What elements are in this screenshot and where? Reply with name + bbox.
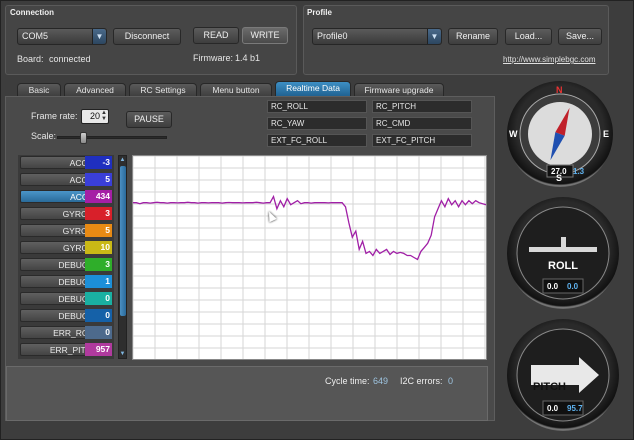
connection-title: Connection [10,8,54,17]
cycle-time-label: Cycle time: [325,376,370,386]
board-label: Board: [17,54,44,64]
pitch-svg [516,328,610,422]
variable-value: 0 [85,292,112,305]
port-select[interactable]: COM5 ▼ [17,28,107,45]
compass-w: W [509,129,518,139]
pitch-gauge: PITCH 0.0 95.7 [507,319,619,431]
spinner-arrows-icon[interactable]: ▲ ▼ [101,110,107,122]
roll-value-a: 0.0 [547,282,559,291]
variable-value: -3 [85,156,112,169]
rename-button[interactable]: Rename [448,28,498,45]
roll-value-b: 0.0 [567,282,579,291]
chevron-down-icon: ▼ [427,29,441,44]
scroll-down-icon[interactable]: ▼ [119,350,126,358]
status-area [6,366,488,421]
variable-row[interactable]: GYRO_X 3 [18,206,114,221]
variable-value: 957 [85,343,112,356]
scale-label: Scale: [31,131,57,141]
rc-cmd-chip[interactable]: RC_CMD [372,117,472,130]
rc-roll-chip[interactable]: RC_ROLL [267,100,367,113]
cycle-time-value: 649 [373,376,389,386]
pause-button[interactable]: PAUSE [126,111,172,128]
compass-value-b: 1.3 [573,167,585,176]
variable-value: 3 [85,207,112,220]
variable-value: 1 [85,275,112,288]
pitch-label: PITCH [533,381,566,393]
write-button[interactable]: WRITE [242,27,288,44]
ext-fc-roll-chip[interactable]: EXT_FC_ROLL [267,134,367,147]
ext-fc-pitch-chip[interactable]: EXT_FC_PITCH [372,134,472,147]
frame-rate-spinner[interactable]: 20 ▲ ▼ [81,109,109,124]
tab-advanced[interactable]: Advanced [64,83,126,97]
board-status: connected [49,54,91,64]
firmware-version: 1.4 b1 [235,53,261,63]
variable-value: 0 [85,326,112,339]
chevron-down-icon: ▼ [92,29,106,44]
website-link[interactable]: http://www.simplebgc.com [503,55,595,64]
variable-row[interactable]: DEBUG_1 3 [18,257,114,272]
variable-row[interactable]: DEBUG_2 1 [18,274,114,289]
variable-value: 10 [85,241,112,254]
scrollbar-thumb[interactable] [120,166,126,316]
scale-slider-thumb[interactable] [79,132,87,144]
compass-n: N [556,85,563,95]
realtime-plot[interactable] [132,155,487,360]
app-window: Connection COM5 ▼ Disconnect READ WRITE … [0,0,634,440]
variable-list: ACC_X-3 ACC_Y5 ACC_Z434 GYRO_X3 GYRO_Y5 GYRO_… [18,155,114,359]
variable-value: 5 [85,224,112,237]
i2c-errors-value: 0 [448,376,454,386]
roll-gauge: ROLL 0.0 0.0 [507,197,619,309]
scale-slider[interactable] [57,132,167,144]
rc-pitch-chip[interactable]: RC_PITCH [372,100,472,113]
compass-e: E [603,129,610,139]
rc-yaw-chip[interactable]: RC_YAW [267,117,367,130]
profile-title: Profile [307,8,332,17]
pitch-value-a: 0.0 [547,404,559,413]
load-button[interactable]: Load... [505,28,552,45]
tab-menu-button[interactable]: Menu button [200,83,272,97]
variable-row[interactable]: ERR_PITCH 957 [18,342,114,357]
variable-row[interactable]: ACC_Y 5 [18,172,114,187]
variable-value: 434 [85,190,112,203]
variable-row[interactable]: ACC_X -3 [18,155,114,170]
frame-rate-value: 20 [90,111,101,121]
profile-value: Profile0 [317,31,348,41]
frame-rate-label: Frame rate: [31,111,78,121]
variable-scrollbar[interactable]: ▲ ▼ [118,155,127,359]
variable-value: 0 [85,309,112,322]
variable-value: 3 [85,258,112,271]
i2c-errors-label: I2C errors: [400,376,443,386]
tab-firmware-upgrade[interactable]: Firmware upgrade [354,83,444,97]
variable-row[interactable]: ACC_Z434 [18,189,114,204]
tab-rc-settings[interactable]: RC Settings [129,83,197,97]
variable-row[interactable]: ERR_ROLL 0 [18,325,114,340]
save-button[interactable]: Save... [558,28,602,45]
disconnect-button[interactable]: Disconnect [113,28,181,45]
scroll-up-icon[interactable]: ▲ [119,156,126,164]
roll-label: ROLL [548,260,578,272]
tab-basic[interactable]: Basic [17,83,61,97]
variable-value: 5 [85,173,112,186]
variable-row[interactable]: DEBUG_4 0 [18,308,114,323]
compass-value-a: 27.0 [551,167,567,176]
firmware-label: Firmware: [193,53,233,63]
read-button[interactable]: READ [193,27,239,44]
yaw-compass-gauge: N E S W 27.0 1.3 [507,81,613,187]
profile-select[interactable]: Profile0 ▼ [312,28,442,45]
variable-row[interactable]: GYRO_Z 10 [18,240,114,255]
variable-row[interactable]: GYRO_Y 5 [18,223,114,238]
tab-realtime-data[interactable]: Realtime Data [275,81,351,97]
plot-svg [133,156,486,359]
variable-row[interactable]: DEBUG_3 0 [18,291,114,306]
roll-svg [516,206,610,300]
port-value: COM5 [22,31,49,41]
pitch-value-b: 95.7 [567,404,583,413]
